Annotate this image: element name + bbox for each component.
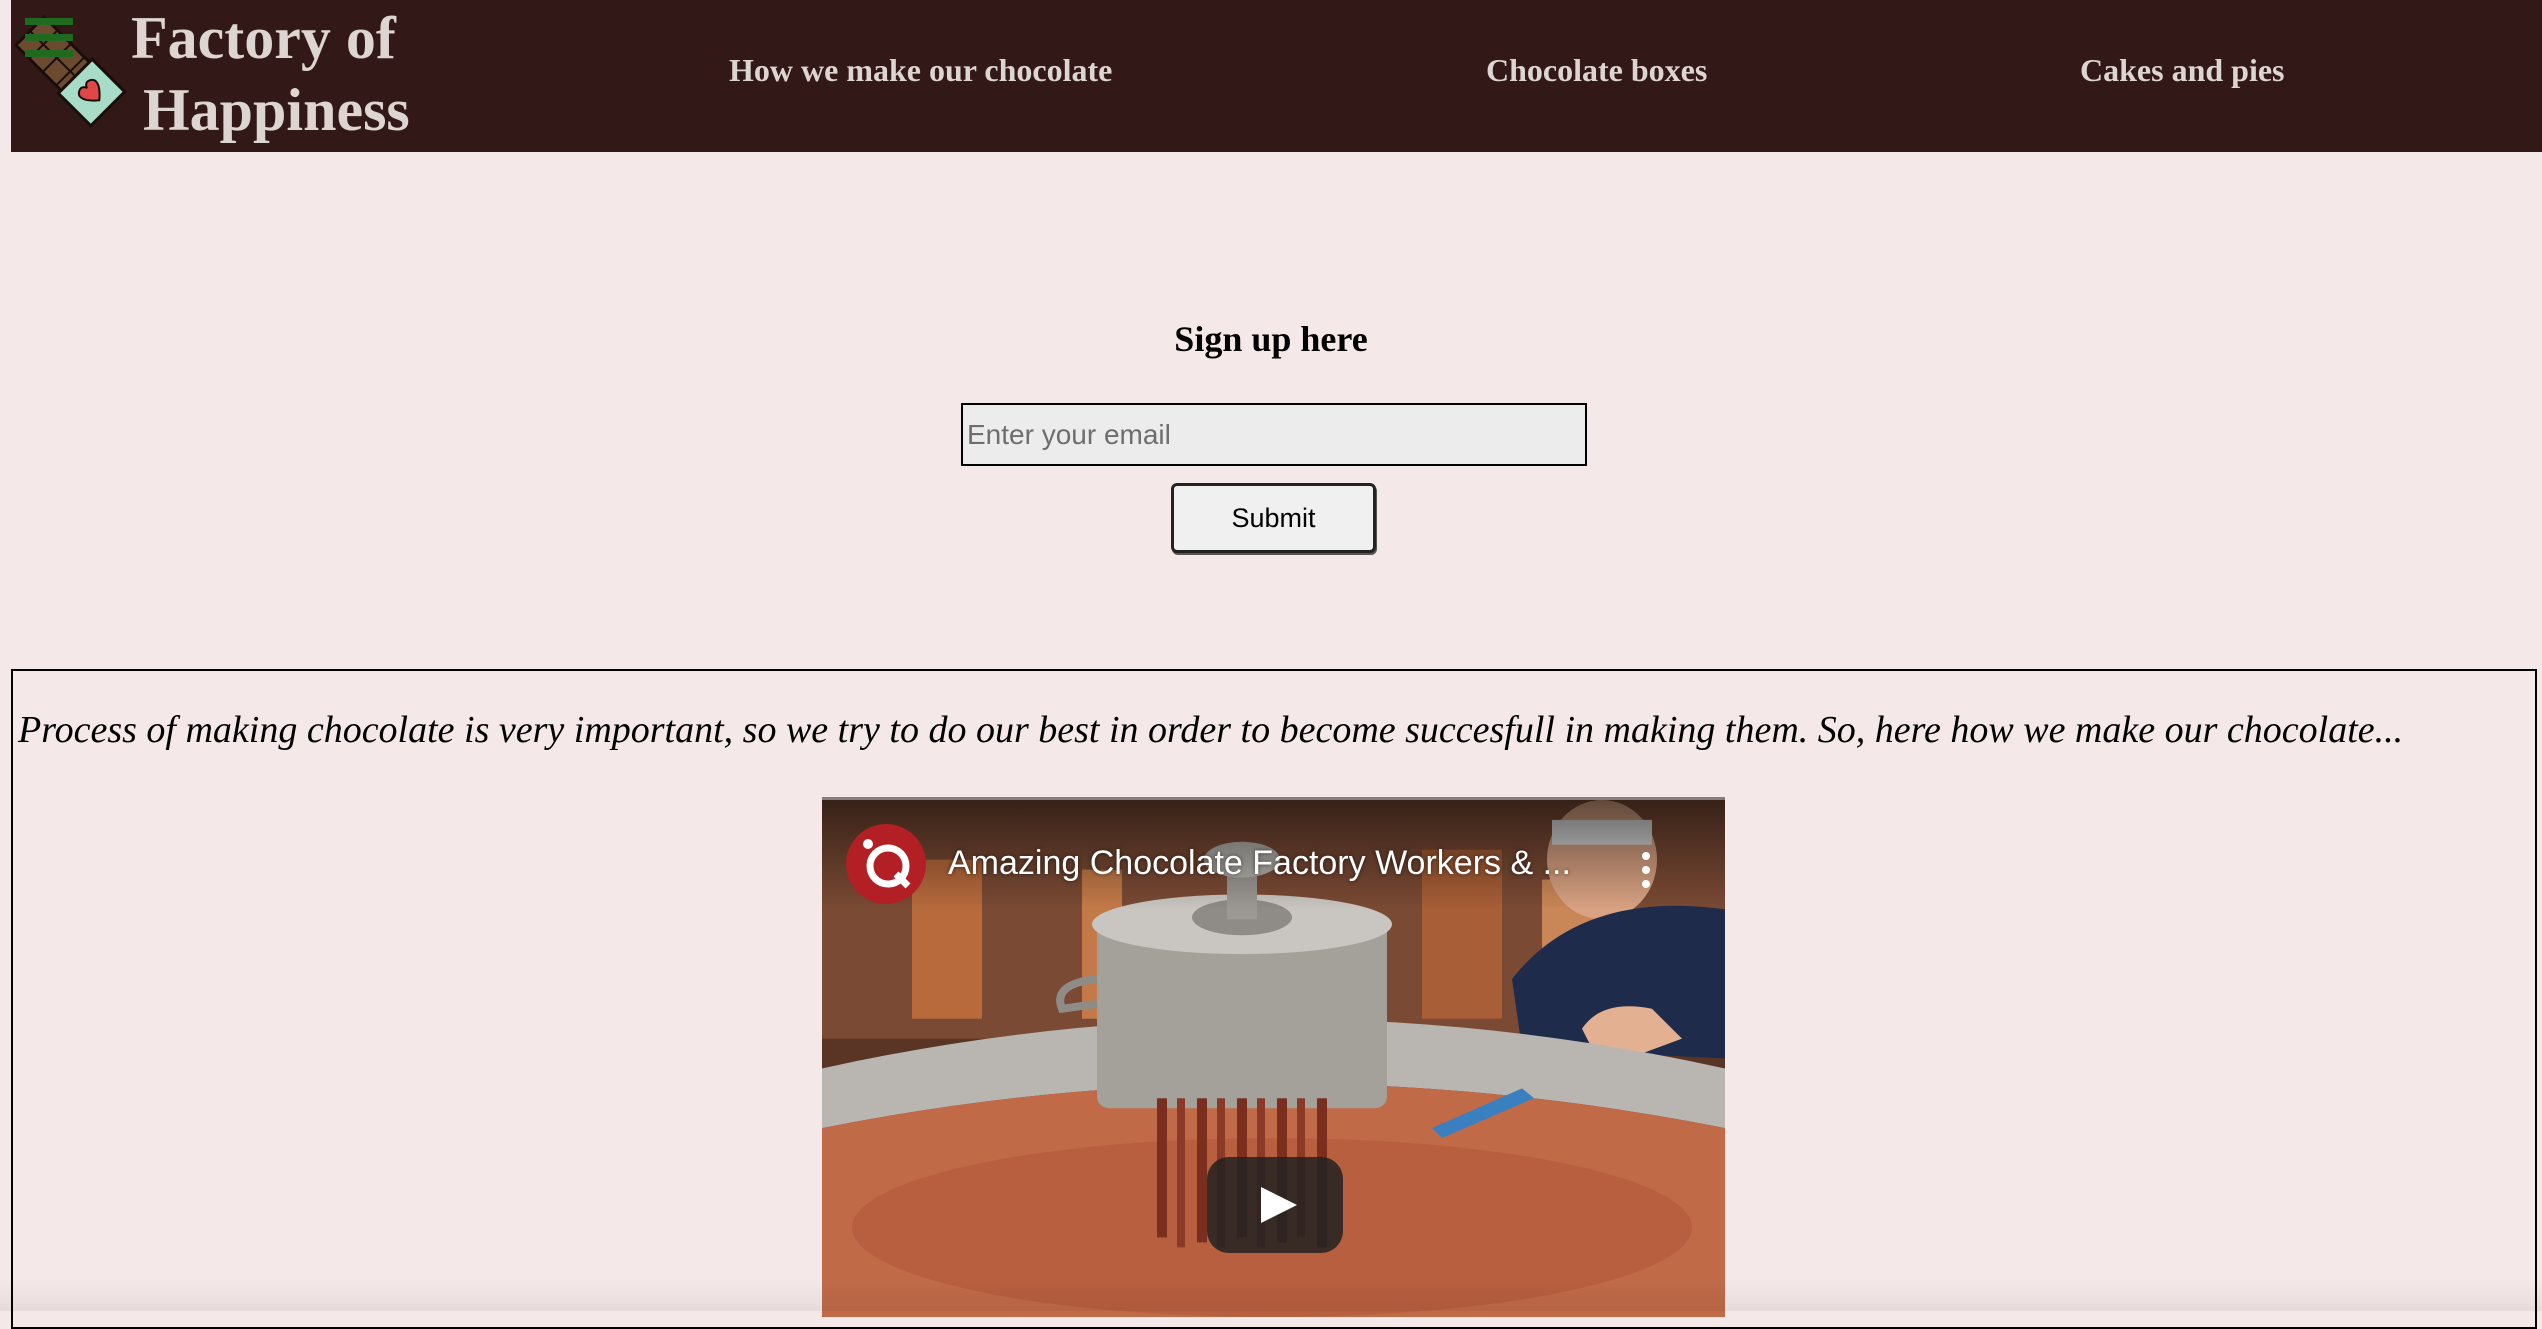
brand-line-1: Factory of <box>131 5 396 71</box>
more-options-icon[interactable] <box>1638 850 1654 890</box>
video-title[interactable]: Amazing Chocolate Factory Workers & ... <box>948 844 1571 883</box>
brand-line-2: Happiness <box>143 77 410 143</box>
email-input[interactable] <box>961 403 1587 466</box>
play-icon[interactable] <box>1207 1157 1343 1253</box>
process-description: Process of making chocolate is very impo… <box>18 709 2404 751</box>
hamburger-menu-icon[interactable] <box>25 14 73 62</box>
site-header: Factory of Happiness How we make our cho… <box>11 0 2542 152</box>
nav-link-chocolate-boxes[interactable]: Chocolate boxes <box>1486 52 1707 89</box>
video-embed[interactable]: Amazing Chocolate Factory Workers & ... <box>822 797 1725 1317</box>
signup-heading: Sign up here <box>1174 319 1368 359</box>
brand-title[interactable]: Factory of Happiness <box>131 2 410 146</box>
channel-logo-icon[interactable] <box>846 824 926 904</box>
nav-link-cakes-and-pies[interactable]: Cakes and pies <box>2080 52 2285 89</box>
submit-button[interactable]: Submit <box>1171 483 1376 553</box>
nav-link-how-we-make[interactable]: How we make our chocolate <box>729 52 1112 89</box>
